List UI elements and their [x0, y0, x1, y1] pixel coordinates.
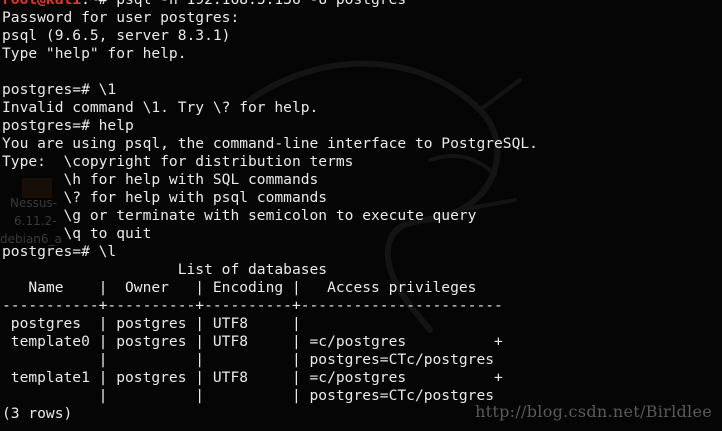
- terminal-line: List of databases: [2, 261, 328, 278]
- terminal-line: \g or terminate with semicolon to execut…: [2, 207, 477, 224]
- terminal-line: Type: \copyright for distribution terms: [2, 153, 354, 170]
- prompt-user: root@kali: [2, 0, 81, 8]
- terminal-line: Type "help" for help.: [2, 45, 187, 62]
- terminal-line: You are using psql, the command-line int…: [2, 135, 538, 152]
- watermark-text: http://blog.csdn.net/Birldlee: [475, 402, 712, 421]
- terminal-line: postgres | postgres | UTF8 |: [2, 315, 301, 332]
- command-text: psql -h 192.168.5.136 -U postgres: [116, 0, 406, 8]
- terminal-line: \h for help with SQL commands: [2, 171, 319, 188]
- terminal-line: | | | postgres=CTc/postgres: [2, 387, 495, 404]
- terminal-line: template1 | postgres | UTF8 | =c/postgre…: [2, 369, 503, 386]
- terminal-line: Password for user postgres:: [2, 9, 240, 26]
- terminal-line: postgres=# help: [2, 117, 134, 134]
- terminal-line: \q to quit: [2, 225, 152, 242]
- terminal-line: postgres=# \l: [2, 243, 117, 260]
- terminal-line: Name | Owner | Encoding | Access privile…: [2, 279, 477, 296]
- terminal-line: psql (9.6.5, server 8.3.1): [2, 27, 231, 44]
- terminal-window[interactable]: Nessus- 6.11.2- debian6_a root@kali:~# p…: [0, 0, 722, 431]
- terminal-line: (3 rows): [2, 405, 73, 422]
- command-line: root@kali:~# psql -h 192.168.5.136 -U po…: [2, 0, 538, 9]
- prompt-path: :~#: [81, 0, 116, 8]
- terminal-output: root@kali:~# psql -h 192.168.5.136 -U po…: [2, 0, 538, 423]
- terminal-line: \? for help with psql commands: [2, 189, 328, 206]
- terminal-line: Invalid command \1. Try \? for help.: [2, 99, 319, 116]
- terminal-line: | | | postgres=CTc/postgres: [2, 351, 495, 368]
- terminal-line: template0 | postgres | UTF8 | =c/postgre…: [2, 333, 503, 350]
- terminal-line: postgres=# \1: [2, 81, 117, 98]
- terminal-line: -----------+----------+----------+------…: [2, 297, 503, 314]
